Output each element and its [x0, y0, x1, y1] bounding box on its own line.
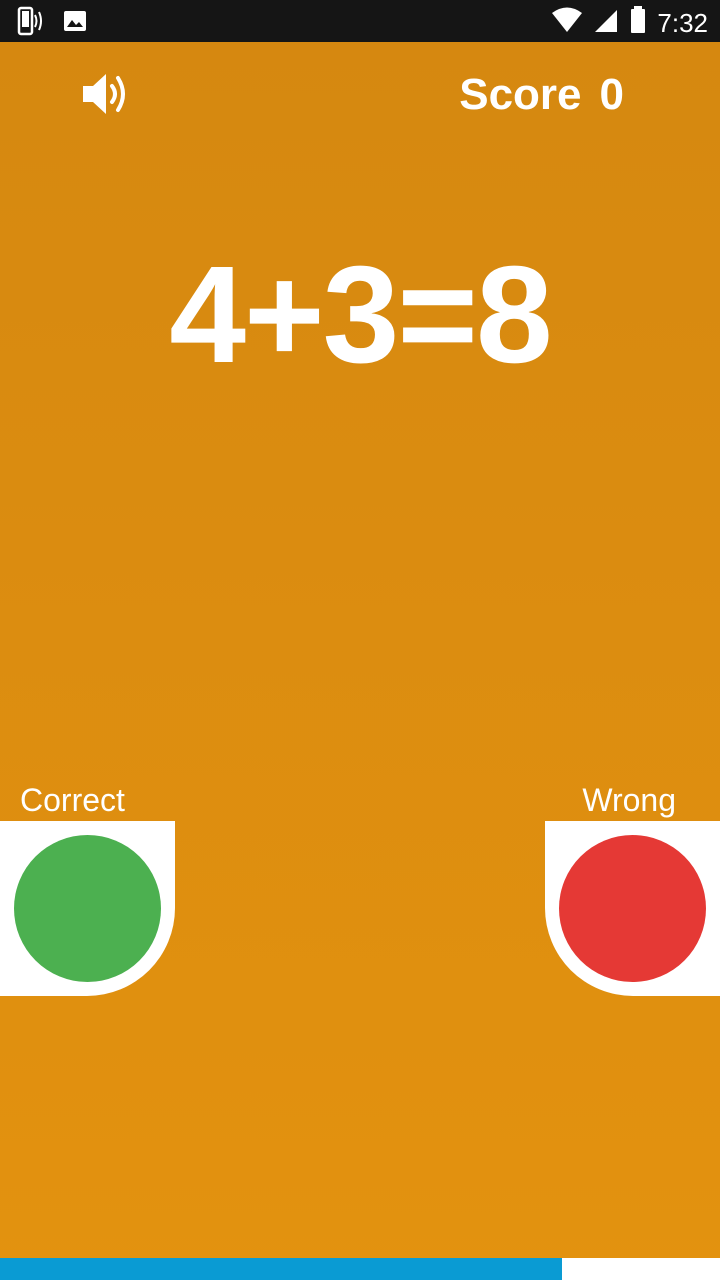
phone-vibrate-icon [16, 6, 44, 41]
sound-toggle-button[interactable] [80, 70, 130, 118]
timer-progress-bar [0, 1258, 720, 1280]
correct-button-holder [0, 821, 175, 996]
wrong-button[interactable] [559, 835, 706, 982]
image-icon [62, 8, 88, 39]
correct-label: Correct [20, 782, 125, 818]
status-right-icons: 7:32 [551, 5, 708, 40]
correct-button[interactable] [14, 835, 161, 982]
score-label: Score [459, 70, 582, 119]
status-left-icons [16, 6, 88, 41]
status-bar: 7:32 [0, 0, 720, 42]
battery-icon [629, 5, 647, 40]
timer-progress-fill [0, 1258, 562, 1280]
wifi-icon [551, 6, 583, 39]
equation-text: 4+3=8 [169, 238, 552, 392]
wrong-button-holder [545, 821, 720, 996]
score-value: 0 [599, 70, 624, 119]
score-display: Score 0 [459, 70, 624, 120]
status-time: 7:32 [657, 7, 708, 38]
signal-icon [593, 6, 619, 39]
speaker-icon [80, 74, 130, 122]
wrong-label: Wrong [582, 782, 676, 818]
